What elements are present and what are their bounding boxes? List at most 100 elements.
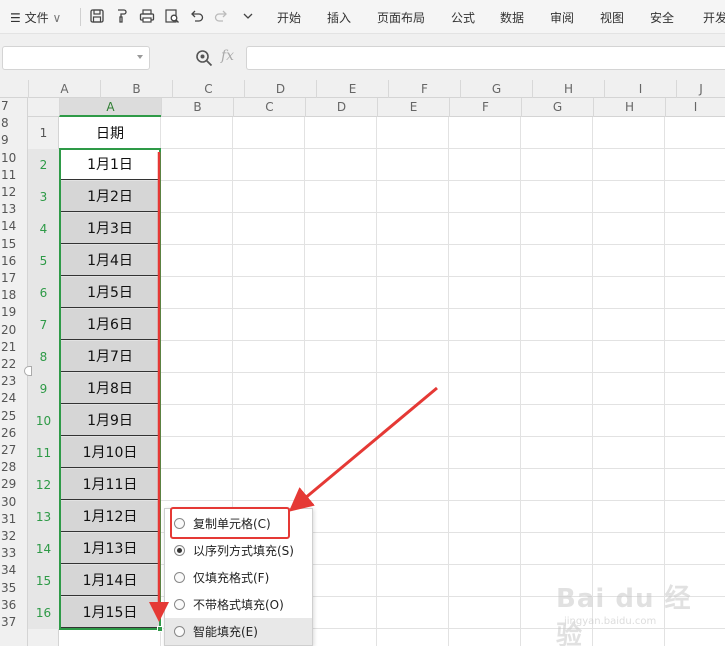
col-header-c[interactable]: C (233, 98, 305, 117)
col-header-e[interactable]: E (377, 98, 449, 117)
row-number[interactable]: 10 (28, 405, 59, 437)
row-number[interactable]: 3 (28, 181, 59, 213)
frozen-col-header-a[interactable]: A (28, 80, 100, 98)
fill-series-option[interactable]: 以序列方式填充(S) (165, 537, 312, 564)
frozen-col-header-i[interactable]: I (604, 80, 676, 98)
formula-input[interactable] (246, 46, 725, 70)
tab-page-layout[interactable]: 页面布局 (377, 9, 425, 26)
tab-view[interactable]: 视图 (600, 9, 624, 26)
col-header-h[interactable]: H (593, 98, 665, 117)
tab-developer[interactable]: 开发 (703, 9, 725, 26)
quick-access-dropdown-icon[interactable] (240, 8, 256, 24)
file-menu[interactable]: ☰ 文件 ∨ (10, 9, 61, 26)
date-cell[interactable]: 1月11日 (61, 469, 159, 500)
date-cell[interactable]: 1月15日 (61, 597, 159, 628)
flash-fill-option[interactable]: 智能填充(E) (165, 618, 312, 645)
fill-without-formatting-option[interactable]: 不带格式填充(O) (165, 591, 312, 618)
frozen-row-number: 35 (1, 580, 17, 595)
frozen-col-header-b[interactable]: B (100, 80, 172, 98)
zoom-icon[interactable] (195, 49, 213, 67)
col-header-g[interactable]: G (521, 98, 593, 117)
row-number[interactable]: 11 (28, 437, 59, 469)
row-number[interactable]: 2 (28, 149, 59, 181)
date-cell[interactable]: 1月9日 (61, 405, 159, 436)
col-header-b[interactable]: B (161, 98, 233, 117)
watermark-url: jingyan.baidu.com (564, 616, 657, 627)
row-number[interactable]: 16 (28, 597, 59, 629)
fill-formatting-only-option[interactable]: 仅填充格式(F) (165, 564, 312, 591)
row-number[interactable]: 14 (28, 533, 59, 565)
col-header-a[interactable]: A (59, 98, 161, 117)
chevron-down-icon[interactable] (137, 55, 143, 59)
col-header-i[interactable]: I (665, 98, 725, 117)
row-number[interactable]: 8 (28, 341, 59, 373)
date-cell[interactable]: 1月6日 (61, 309, 159, 340)
format-painter-icon[interactable] (114, 8, 130, 24)
print-preview-icon[interactable] (164, 8, 180, 24)
insert-function-icon[interactable]: fx (221, 48, 234, 64)
row-number[interactable]: 7 (28, 309, 59, 341)
tab-review[interactable]: 审阅 (550, 9, 574, 26)
radio-icon[interactable] (174, 599, 185, 610)
date-cell[interactable]: 1月12日 (61, 501, 159, 532)
column-header: ABCDEFGHI (0, 98, 725, 117)
print-icon[interactable] (139, 8, 155, 24)
row-number[interactable]: 13 (28, 501, 59, 533)
radio-icon[interactable] (174, 572, 185, 583)
frozen-col-header-f[interactable]: F (388, 80, 460, 98)
frozen-col-header-d[interactable]: D (244, 80, 316, 98)
date-cell[interactable]: 1月4日 (61, 245, 159, 276)
row-number[interactable]: 5 (28, 245, 59, 277)
row-number[interactable]: 12 (28, 469, 59, 501)
date-cell[interactable]: 1月13日 (61, 533, 159, 564)
date-cell[interactable]: 1月10日 (61, 437, 159, 468)
row-number[interactable]: 9 (28, 373, 59, 405)
row-number[interactable]: 6 (28, 277, 59, 309)
grid-line (160, 117, 161, 646)
row-number[interactable]: 4 (28, 213, 59, 245)
date-cell[interactable]: 1月5日 (61, 277, 159, 308)
option-label: 不带格式填充(O) (193, 598, 284, 612)
frozen-row-number: 8 (1, 116, 9, 131)
row-number[interactable]: 15 (28, 565, 59, 597)
radio-icon[interactable] (174, 626, 185, 637)
date-cell[interactable]: 1月8日 (61, 373, 159, 404)
tab-insert[interactable]: 插入 (327, 9, 351, 26)
header-cell-date[interactable]: 日期 (61, 117, 159, 149)
frozen-row-number: 20 (1, 322, 17, 337)
date-cell[interactable]: 1月7日 (61, 341, 159, 372)
tab-security[interactable]: 安全 (650, 9, 674, 26)
grid-line (376, 117, 377, 646)
tab-formulas[interactable]: 公式 (451, 9, 475, 26)
row-number[interactable]: 1 (28, 117, 59, 149)
tab-data[interactable]: 数据 (500, 9, 524, 26)
ribbon-toolbar: ☰ 文件 ∨ 开始 插入 页面布局 公式 数据 审阅 视图 安全 开发 (0, 0, 725, 34)
undo-icon[interactable] (189, 8, 205, 24)
frozen-col-header-j[interactable]: J (676, 80, 725, 98)
date-cell[interactable]: 1月1日 (61, 149, 159, 180)
radio-icon[interactable] (174, 518, 185, 529)
frozen-row-number: 14 (1, 219, 17, 234)
copy-cells-option[interactable]: 复制单元格(C) (165, 510, 312, 537)
date-cell[interactable]: 1月3日 (61, 213, 159, 244)
frozen-row-number: 36 (1, 597, 17, 612)
name-box[interactable] (2, 46, 150, 70)
frozen-col-header-h[interactable]: H (532, 80, 604, 98)
split-handle[interactable] (24, 366, 32, 376)
tab-home[interactable]: 开始 (277, 9, 301, 26)
frozen-row-number: 9 (1, 133, 9, 148)
fill-handle[interactable] (157, 626, 163, 632)
frozen-col-header-g[interactable]: G (460, 80, 532, 98)
frozen-col-header-e[interactable]: E (316, 80, 388, 98)
frozen-row-number: 12 (1, 185, 17, 199)
baidu-watermark: Bai du 经验 jingyan.baidu.com (556, 578, 716, 646)
col-header-f[interactable]: F (449, 98, 521, 117)
save-icon[interactable] (89, 8, 105, 24)
date-cell[interactable]: 1月2日 (61, 181, 159, 212)
radio-icon[interactable] (174, 545, 185, 556)
frozen-column-header: ABCDEFGHIJ (0, 80, 725, 98)
col-header-d[interactable]: D (305, 98, 377, 117)
frozen-col-header-c[interactable]: C (172, 80, 244, 98)
date-cell[interactable]: 1月14日 (61, 565, 159, 596)
redo-icon[interactable] (213, 8, 229, 24)
